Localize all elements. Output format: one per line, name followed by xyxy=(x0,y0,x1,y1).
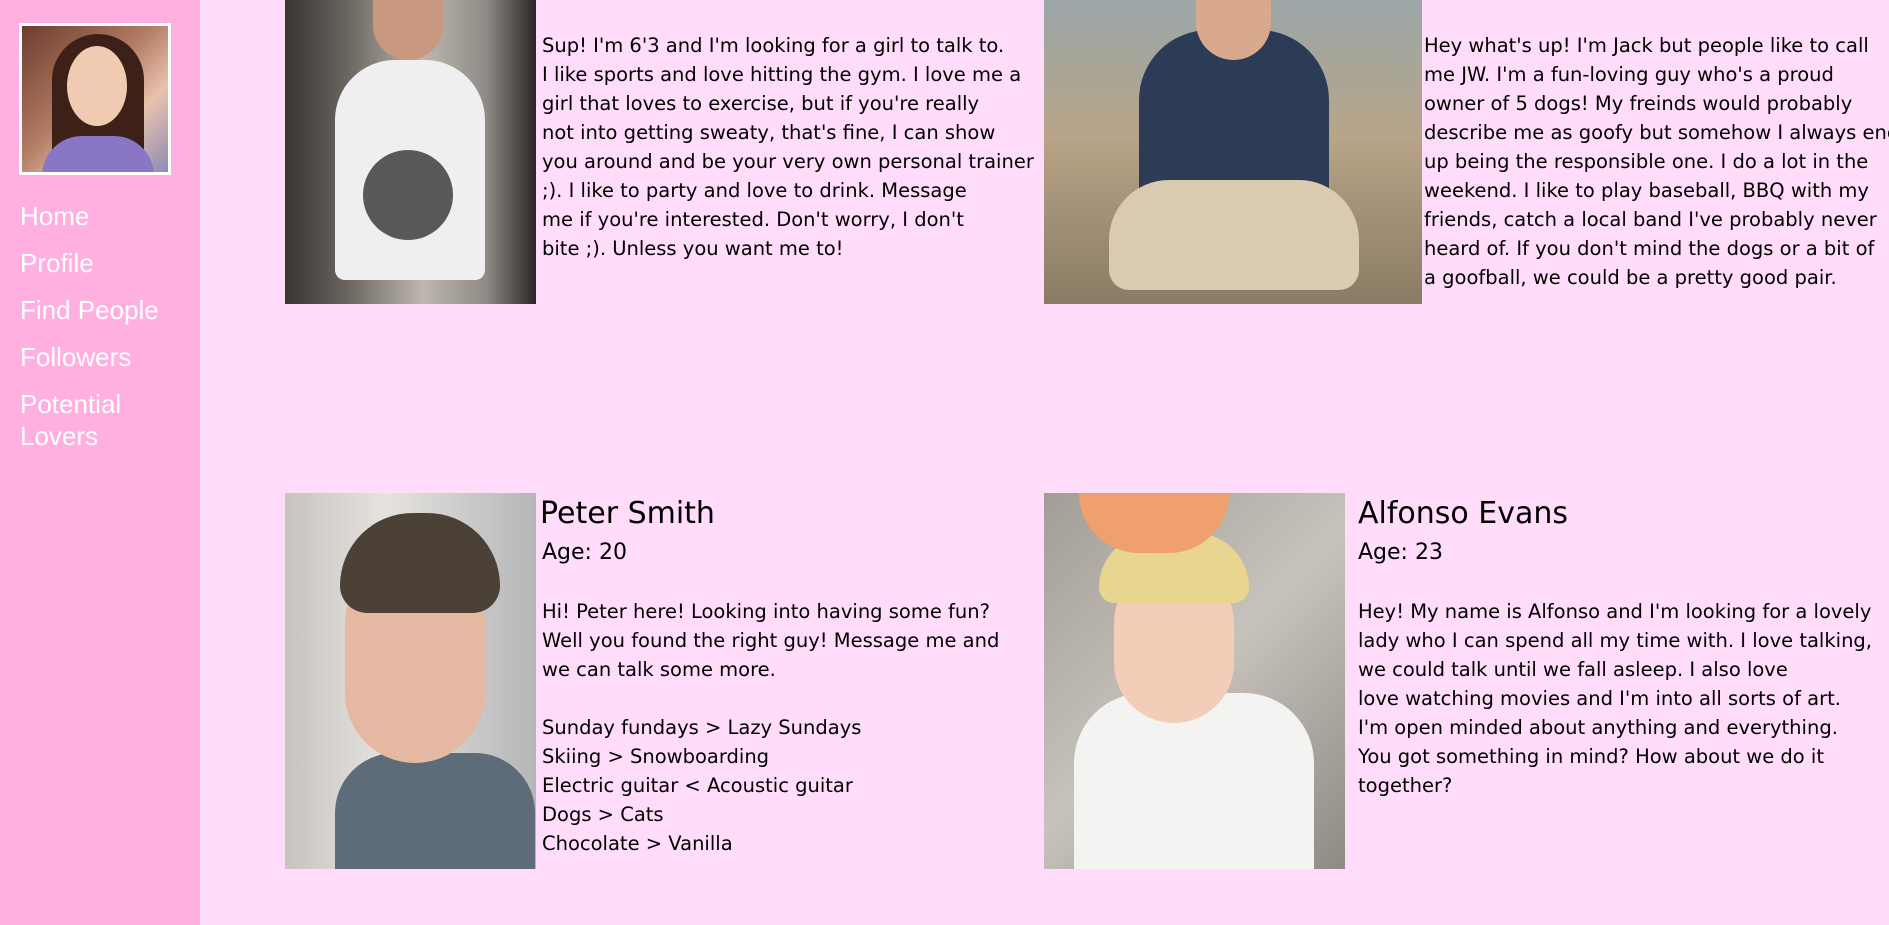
sidebar: Home Profile Find People Followers Poten… xyxy=(0,0,200,925)
sidebar-item-followers[interactable]: Followers xyxy=(20,341,190,373)
profile-photo[interactable] xyxy=(285,0,536,304)
profile-bio: Hey what's up! I'm Jack but people like … xyxy=(1424,34,1889,289)
sidebar-item-find-people[interactable]: Find People xyxy=(20,294,190,326)
avatar[interactable] xyxy=(19,23,171,175)
profile-age: Age: 20 xyxy=(542,540,627,565)
profile-bio: Hey! My name is Alfonso and I'm looking … xyxy=(1358,600,1872,797)
profile-name: Peter Smith xyxy=(540,496,715,531)
sidebar-item-home[interactable]: Home xyxy=(20,200,190,232)
profile-bio: Hi! Peter here! Looking into having some… xyxy=(542,600,1000,855)
profile-photo[interactable] xyxy=(1044,493,1345,869)
profile-photo[interactable] xyxy=(1044,0,1422,304)
profile-photo[interactable] xyxy=(285,493,536,869)
profile-bio: Sup! I'm 6'3 and I'm looking for a girl … xyxy=(542,34,1034,260)
avatar-face xyxy=(67,46,127,126)
profile-name: Alfonso Evans xyxy=(1358,496,1569,531)
profile-age: Age: 23 xyxy=(1358,540,1443,565)
sidebar-nav: Home Profile Find People Followers Poten… xyxy=(20,200,190,467)
sidebar-item-potential-lovers[interactable]: Potential Lovers xyxy=(20,388,190,452)
sidebar-item-profile[interactable]: Profile xyxy=(20,247,190,279)
